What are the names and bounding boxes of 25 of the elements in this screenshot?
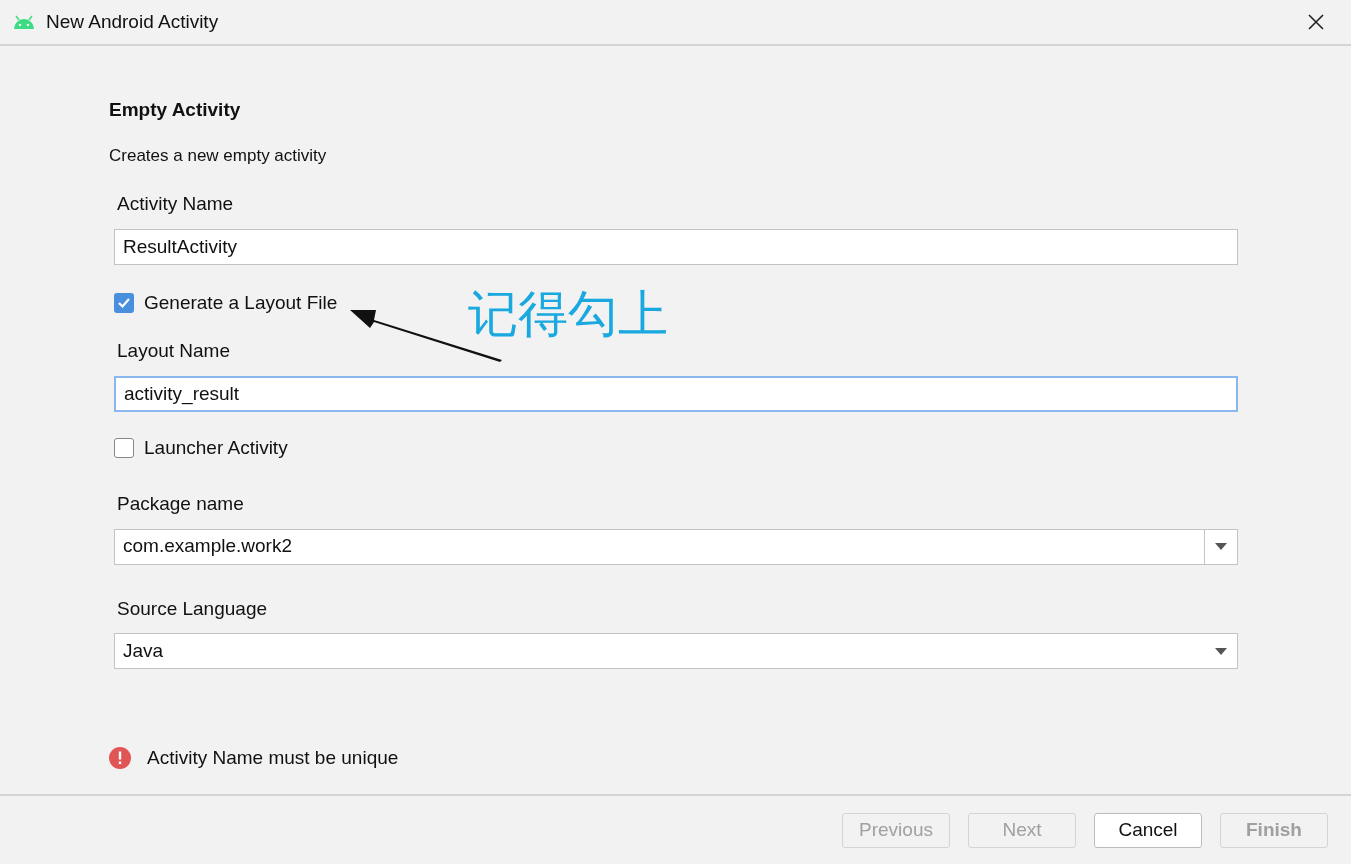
checkbox-label: Launcher Activity xyxy=(144,435,288,460)
dropdown-value: com.example.work2 xyxy=(122,534,293,559)
window-title: New Android Activity xyxy=(46,9,219,34)
field-label: Package name xyxy=(117,492,245,516)
field-label: Layout Name xyxy=(117,339,231,363)
dropdown[interactable]: Java xyxy=(114,633,1238,669)
error-message: Activity Name must be unique xyxy=(147,745,399,770)
android-icon xyxy=(12,15,36,29)
dropdown-value: Java xyxy=(122,638,165,663)
heading: Empty Activity xyxy=(109,98,242,122)
caret-icon xyxy=(1215,543,1227,550)
checkbox[interactable] xyxy=(114,437,134,458)
text-field[interactable]: ResultActivity xyxy=(114,228,1238,265)
description: Creates a new empty activity xyxy=(109,144,328,167)
close-icon xyxy=(1308,14,1324,30)
annotation-text: 记得勾上 xyxy=(468,285,668,344)
dialog-button[interactable]: Cancel xyxy=(1094,812,1202,848)
checkbox-label: Generate a Layout File xyxy=(144,290,338,315)
checkbox[interactable] xyxy=(114,292,134,313)
combo-box[interactable]: com.example.work2 xyxy=(114,528,1238,565)
field-label: Activity Name xyxy=(117,192,235,216)
error-icon xyxy=(109,746,131,769)
field-label: Source Language xyxy=(117,596,268,621)
caret-icon xyxy=(1214,647,1227,655)
text-field[interactable]: activity_result xyxy=(114,375,1238,412)
